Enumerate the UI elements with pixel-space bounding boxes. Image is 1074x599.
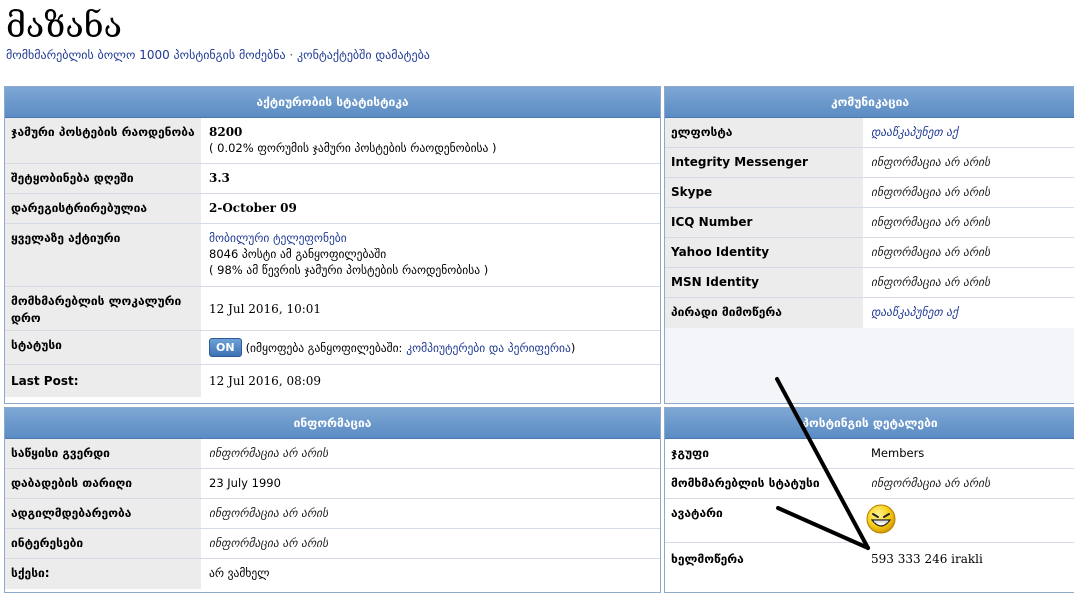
information-value: არ ვამხელ [209,566,270,580]
page-title: მაზანა [6,6,122,46]
communication-row: Integrity Messenger ინფორმაცია არ არის [665,148,1074,178]
total-posts-label: ჯამური პოსტების რაოდენობა [5,118,201,163]
most-active-label: ყველაზე აქტიური [5,224,201,286]
last-post-label: Last Post: [11,373,79,388]
information-row: ადგილმდებარეობა ინფორმაცია არ არის [5,499,660,529]
communication-label: Integrity Messenger [665,148,863,177]
stat-row-last-post: Last Post: 12 Jul 2016, 08:09 [5,365,660,397]
communication-row: ელფოსტა დააწკაპუნეთ აქ [665,118,1074,148]
stat-row-per-day: შეტყობინება დღეში 3.3 [5,164,660,194]
smiley-avatar-icon [866,504,896,534]
communication-panel: კომუნიკაცია ელფოსტა დააწკაპუნეთ აქ Integri… [664,86,1074,404]
posting-row-signature: ხელმოწერა 593 333 246 irakli [665,543,1074,575]
group-value: Members [871,446,925,460]
status-suffix: ) [570,340,576,355]
total-posts-note: ( 0.02% ფორუმის ჯამური პოსტების რაოდენობ… [209,141,497,155]
communication-row: Yahoo Identity ინფორმაცია არ არის [665,238,1074,268]
per-day-value: 3.3 [209,171,230,185]
information-row: საწყისი გვერდი ინფორმაცია არ არის [5,439,660,469]
stat-row-most-active: ყველაზე აქტიური მობილური ტელეფონები 8046… [5,224,660,287]
signature-label: ხელმოწერა [671,551,744,566]
local-time-value: 12 Jul 2016, 10:01 [209,301,322,316]
local-time-label: მომხმარებლის ლოკალური დრო [5,287,201,330]
information-panel: ინფორმაცია საწყისი გვერდი ინფორმაცია არ ა… [4,407,661,593]
status-prefix: (იმყოფება განყოფილებაში: [245,340,403,355]
registered-value: 2-October 09 [209,201,297,215]
communication-value: ინფორმაცია არ არის [871,245,991,259]
communication-label: ICQ Number [665,208,863,237]
total-posts-cell: 8200 ( 0.02% ფორუმის ჯამური პოსტების რაო… [201,118,505,163]
posting-details-panel: პოსტინგის დეტალები ჯგუფი Members მომხმარ… [664,407,1074,593]
posting-row-group: ჯგუფი Members [665,439,1074,469]
communication-value: ინფორმაცია არ არის [871,215,991,229]
search-last-posts-link[interactable]: მომხმარებლის ბოლო 1000 პოსტინგის მოძებნა [6,48,286,62]
stat-row-registered: დარეგისტრირებულია 2-October 09 [5,194,660,224]
group-label: ჯგუფი [665,439,863,468]
communication-link[interactable]: დააწკაპუნეთ აქ [871,125,958,139]
communication-value: ინფორმაცია არ არის [871,275,991,289]
information-row: ინტერესები ინფორმაცია არ არის [5,529,660,559]
information-label: საწყისი გვერდი [5,439,201,468]
information-label: სქესი: [5,559,201,589]
per-day-label: შეტყობინება დღეში [5,164,201,193]
posting-row-user-status: მომხმარებლის სტატუსი ინფორმაცია არ არის [665,469,1074,499]
user-status-label: მომხმარებლის სტატუსი [665,469,863,498]
activity-panel: აქტიურობის სტატისტიკა ჯამური პოსტების რა… [4,86,661,404]
information-row: დაბადების თარიღი 23 July 1990 [5,469,660,499]
communication-link[interactable]: დააწკაპუნეთ აქ [871,305,958,319]
information-row: სქესი: არ ვამხელ [5,559,660,589]
information-value: ინფორმაცია არ არის [209,536,329,550]
most-active-posts: 8046 პოსტი ამ განყოფილებაში [209,247,387,261]
communication-label: MSN Identity [665,268,863,297]
online-status-badge: ON [209,338,242,357]
information-value: 23 July 1990 [209,476,281,490]
separator: · [285,48,298,62]
information-label: დაბადების თარიღი [5,469,201,498]
avatar-label: ავატარი [665,499,863,542]
most-active-note: ( 98% ამ წევრის ჯამური პოსტების რაოდენობ… [209,263,489,277]
communication-label: ელფოსტა [665,118,863,147]
information-label: ინტერესები [5,529,201,558]
communication-row: პირადი მიმოწერა დააწკაპუნეთ აქ [665,298,1074,328]
communication-row: MSN Identity ინფორმაცია არ არის [665,268,1074,298]
stat-row-status: სტატუსი ON (იმყოფება განყოფილებაში: კომპ… [5,331,660,365]
communication-value: ინფორმაცია არ არის [871,185,991,199]
profile-actions: მომხმარებლის ბოლო 1000 პოსტინგის მოძებნა… [6,48,430,62]
add-to-contacts-link[interactable]: კონტაქტებში დამატება [297,48,430,62]
information-header: ინფორმაცია [5,408,660,439]
communication-label: Skype [665,178,863,207]
communication-row: ICQ Number ინფორმაცია არ არის [665,208,1074,238]
last-post-value: 12 Jul 2016, 08:09 [209,374,322,388]
communication-value: ინფორმაცია არ არის [871,155,991,169]
total-posts-value: 8200 [209,125,243,139]
most-active-forum-link[interactable]: მობილური ტელეფონები [209,230,488,246]
status-forum-link[interactable]: კომპიუტერები და პერიფერია [406,340,571,356]
status-label: სტატუსი [5,331,201,364]
registered-label: დარეგისტრირებულია [5,194,201,223]
posting-details-header: პოსტინგის დეტალები [665,408,1074,439]
information-label: ადგილმდებარეობა [5,499,201,528]
information-value: ინფორმაცია არ არის [209,446,329,460]
communication-label: პირადი მიმოწერა [665,298,863,328]
stat-row-total-posts: ჯამური პოსტების რაოდენობა 8200 ( 0.02% ფ… [5,118,660,164]
user-status-value: ინფორმაცია არ არის [871,476,991,490]
communication-label: Yahoo Identity [665,238,863,267]
activity-header: აქტიურობის სტატისტიკა [5,87,660,118]
communication-header: კომუნიკაცია [665,87,1074,118]
communication-row: Skype ინფორმაცია არ არის [665,178,1074,208]
stat-row-local-time: მომხმარებლის ლოკალური დრო 12 Jul 2016, 1… [5,287,660,331]
signature-value: 593 333 246 irakli [871,552,983,566]
information-value: ინფორმაცია არ არის [209,506,329,520]
posting-row-avatar: ავატარი [665,499,1074,543]
